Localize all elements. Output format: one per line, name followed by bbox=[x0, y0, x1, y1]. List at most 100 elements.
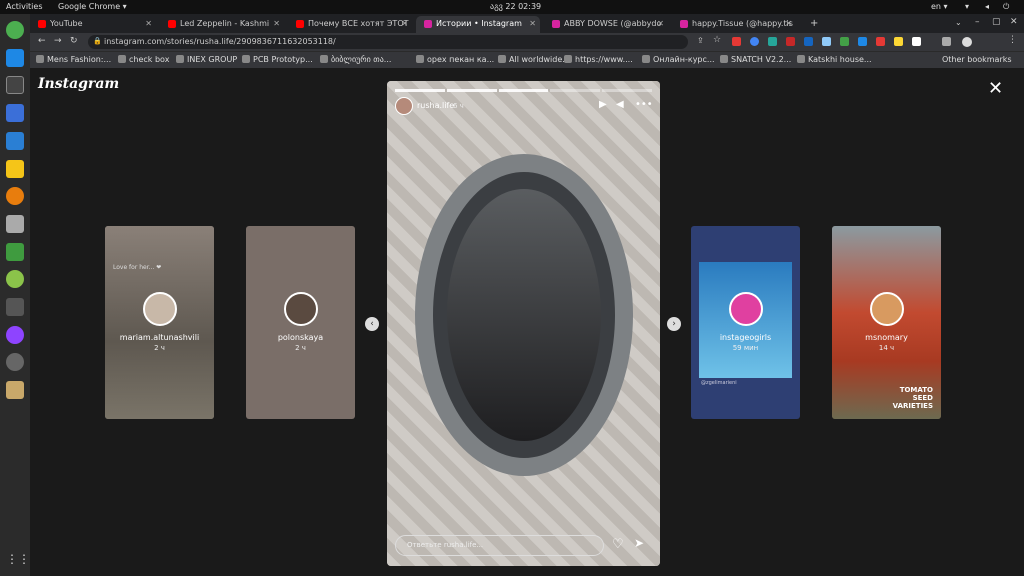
bookmark-label: Katskhi house... bbox=[808, 55, 872, 64]
extension-icon[interactable] bbox=[840, 37, 849, 46]
story-card[interactable]: polonskaya 2 ч bbox=[246, 226, 355, 419]
bookmark-label: check box bbox=[129, 55, 170, 64]
bookmark-favicon bbox=[118, 55, 126, 63]
send-icon[interactable]: ➤ bbox=[634, 536, 644, 550]
archive-icon[interactable] bbox=[6, 381, 24, 399]
story-card[interactable]: @zgelimarieni instageogirls 59 мин bbox=[691, 226, 800, 419]
share-icon[interactable]: ⇪ bbox=[697, 36, 704, 45]
tab[interactable]: ABBY DOWSE (@abbydo ✕ bbox=[544, 16, 668, 33]
tool-icon[interactable] bbox=[6, 298, 24, 316]
bookmark-favicon bbox=[176, 55, 184, 63]
messenger-icon[interactable] bbox=[6, 326, 24, 344]
close-window-button[interactable]: ✕ bbox=[1010, 17, 1018, 27]
extension-icon[interactable] bbox=[912, 37, 921, 46]
address-bar[interactable]: 🔒 instagram.com/stories/rusha.life/29098… bbox=[88, 35, 688, 49]
more-options-icon[interactable]: ••• bbox=[635, 99, 653, 110]
extension-icon[interactable] bbox=[858, 37, 867, 46]
tab-favicon bbox=[424, 20, 432, 28]
blender-icon[interactable] bbox=[6, 187, 24, 205]
heart-icon[interactable]: ♡ bbox=[612, 537, 624, 552]
app-menu[interactable]: Google Chrome ▾ bbox=[58, 2, 127, 11]
power-icon[interactable]: ⏻ bbox=[1003, 2, 1009, 12]
bookmark-item[interactable]: PCB Prototyp... bbox=[242, 55, 313, 64]
extension-icon[interactable] bbox=[786, 37, 795, 46]
volume-icon[interactable]: ◂ bbox=[985, 2, 989, 11]
extension-icon[interactable] bbox=[894, 37, 903, 46]
profile-avatar[interactable] bbox=[962, 37, 972, 47]
terminal-icon[interactable] bbox=[6, 76, 24, 94]
document-icon[interactable] bbox=[6, 132, 24, 150]
tab-title: Led Zeppelin - Kashmi bbox=[180, 19, 270, 28]
bookmark-label: https://www.... bbox=[575, 55, 633, 64]
tab-title: Почему ВСЕ хотят ЭТОТ bbox=[308, 19, 409, 28]
bookmark-item[interactable]: INEX GROUP bbox=[176, 55, 237, 64]
text-editor-icon[interactable] bbox=[6, 104, 24, 122]
extension-icon[interactable] bbox=[804, 37, 813, 46]
extension-icon[interactable] bbox=[822, 37, 831, 46]
story-username[interactable]: rusha.life bbox=[417, 101, 454, 110]
instagram-logo[interactable]: Instagram bbox=[38, 76, 119, 92]
tab-close-icon[interactable]: ✕ bbox=[657, 19, 664, 28]
other-bookmarks[interactable]: Other bookmarks bbox=[942, 55, 1012, 64]
close-icon[interactable]: ✕ bbox=[988, 80, 1003, 98]
app-grid-icon[interactable]: ⋮⋮ bbox=[6, 552, 30, 570]
avatar[interactable] bbox=[395, 97, 413, 115]
tab[interactable]: Led Zeppelin - Kashmi ✕ bbox=[160, 16, 284, 33]
minimize-button[interactable]: – bbox=[975, 17, 980, 27]
bookmark-item[interactable]: check box bbox=[118, 55, 169, 64]
reload-icon[interactable]: ↻ bbox=[70, 36, 78, 46]
clock[interactable]: აგვ 22 02:39 bbox=[490, 2, 541, 11]
network-icon[interactable]: ▾ bbox=[965, 2, 969, 11]
back-icon[interactable]: ← bbox=[38, 36, 46, 46]
tab[interactable]: YouTube ✕ bbox=[30, 16, 156, 33]
tab[interactable]: Истории • Instagram ✕ bbox=[416, 16, 540, 33]
tab-close-icon[interactable]: ✕ bbox=[529, 19, 536, 28]
bookmark-star-icon[interactable]: ☆ bbox=[713, 35, 721, 45]
tab[interactable]: Почему ВСЕ хотят ЭТОТ ✕ bbox=[288, 16, 412, 33]
maximize-button[interactable]: ▢ bbox=[992, 17, 1001, 27]
software-icon[interactable] bbox=[6, 353, 24, 371]
tab[interactable]: happy.Tissue (@happy.tis ✕ bbox=[672, 16, 796, 33]
language-indicator[interactable]: en ▾ bbox=[931, 2, 948, 11]
bookmark-item[interactable]: Katskhi house... bbox=[797, 55, 872, 64]
bookmark-item[interactable]: орех пекан ка... bbox=[416, 55, 494, 64]
files-icon[interactable] bbox=[6, 160, 24, 178]
tab-search-icon[interactable]: ⌄ bbox=[955, 18, 962, 27]
extension-icon[interactable] bbox=[750, 37, 759, 46]
tab-title: YouTube bbox=[50, 19, 83, 28]
bookmark-item[interactable]: ბიბლიური თა... bbox=[320, 55, 391, 64]
tab-close-icon[interactable]: ✕ bbox=[785, 19, 792, 28]
new-tab-button[interactable]: + bbox=[810, 18, 818, 29]
mute-icon[interactable]: ◀ bbox=[616, 99, 624, 110]
spreadsheet-icon[interactable] bbox=[6, 243, 24, 261]
menu-icon[interactable]: ⋮ bbox=[1008, 35, 1017, 45]
tab-close-icon[interactable]: ✕ bbox=[401, 19, 408, 28]
folder-icon[interactable] bbox=[6, 215, 24, 233]
story-progress bbox=[395, 89, 652, 92]
chrome-icon[interactable] bbox=[6, 21, 24, 39]
story-card[interactable]: Love for her... ❤ mariam.altunashvili 2 … bbox=[105, 226, 214, 419]
tab-close-icon[interactable]: ✕ bbox=[145, 19, 152, 28]
extension-icon[interactable] bbox=[732, 37, 741, 46]
story-username: mariam.altunashvili bbox=[119, 333, 200, 342]
next-story-button[interactable]: › bbox=[667, 317, 681, 331]
extension-icon[interactable] bbox=[876, 37, 885, 46]
activities-button[interactable]: Activities bbox=[6, 2, 43, 11]
os-top-bar: Activities Google Chrome ▾ აგვ 22 02:39 … bbox=[0, 0, 1024, 14]
app-icon[interactable] bbox=[6, 270, 24, 288]
bookmark-item[interactable]: Mens Fashion:... bbox=[36, 55, 111, 64]
reply-input[interactable]: Ответьте rusha.life... bbox=[395, 535, 604, 556]
main-story: rusha.life 6 ч ▶ ◀ ••• Ответьте rusha.li… bbox=[387, 81, 660, 566]
story-card[interactable]: msnomary 14 ч TOMATO SEED VARIETIES bbox=[832, 226, 941, 419]
bookmark-item[interactable]: Онлайн-курс... bbox=[642, 55, 715, 64]
extension-icon[interactable] bbox=[768, 37, 777, 46]
vscode-icon[interactable] bbox=[6, 49, 24, 67]
bookmark-item[interactable]: All worldwide... bbox=[498, 55, 570, 64]
bookmark-item[interactable]: https://www.... bbox=[564, 55, 633, 64]
bookmark-item[interactable]: SNATCH V2.2... bbox=[720, 55, 791, 64]
play-icon[interactable]: ▶ bbox=[599, 99, 607, 110]
puzzle-icon[interactable] bbox=[942, 37, 951, 46]
forward-icon[interactable]: → bbox=[54, 36, 62, 46]
tab-close-icon[interactable]: ✕ bbox=[273, 19, 280, 28]
previous-story-button[interactable]: ‹ bbox=[365, 317, 379, 331]
